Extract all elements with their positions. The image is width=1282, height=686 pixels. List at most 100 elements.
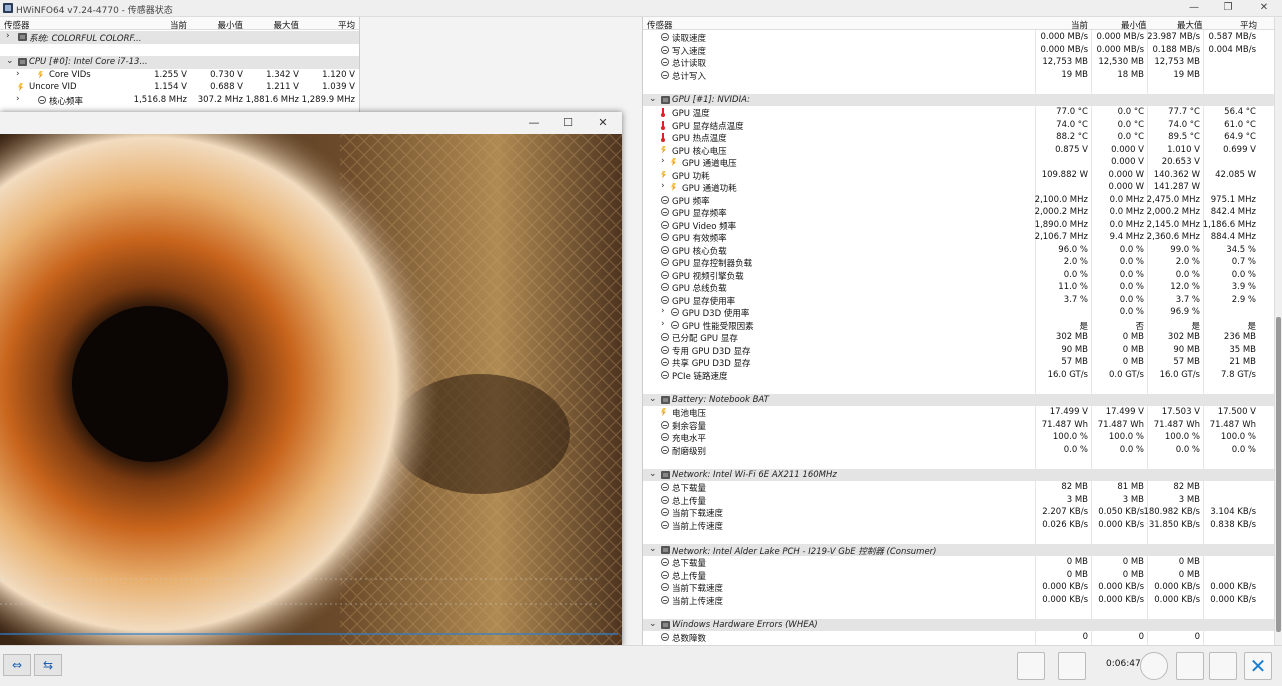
expand-chevron-icon[interactable]: › [661, 156, 665, 166]
col-current[interactable]: 当前 [1071, 19, 1088, 31]
value-min: 0.0 % [1119, 282, 1144, 292]
sensor-row[interactable]: 总下载量 82 MB 81 MB 82 MB [643, 481, 1274, 494]
expand-chevron-icon[interactable]: › [6, 31, 10, 41]
sensor-row[interactable]: GPU 显存频率 2,000.2 MHz 0.0 MHz 2,000.2 MHz 842… [643, 206, 1274, 219]
sensor-row[interactable]: GPU 核心负载 96.0 % 0.0 % 99.0 % 34.5 % [643, 244, 1274, 257]
expand-chevron-icon[interactable]: ⌄ [649, 394, 657, 404]
sensor-row[interactable]: 专用 GPU D3D 显存 90 MB 0 MB 90 MB 35 MB [643, 344, 1274, 357]
sensor-row[interactable]: GPU 温度 77.0 °C 0.0 °C 77.7 °C 56.4 °C [643, 106, 1274, 119]
value-avg: 7.8 GT/s [1221, 369, 1256, 380]
col-max[interactable]: 最大值 [273, 19, 299, 31]
sensor-group-row[interactable]: ⌄ Network: Intel Wi-Fi 6E AX211 160MHz [643, 468, 1274, 481]
close-button[interactable]: ✕ [1250, 1, 1278, 15]
value-avg: 34.5 % [1226, 244, 1256, 255]
expand-chevron-icon[interactable]: › [661, 306, 665, 316]
viewer-title-bar[interactable]: — ☐ ✕ [0, 112, 622, 134]
expand-chevron-icon[interactable]: › [661, 181, 665, 191]
sensor-row[interactable]: 电池电压 17.499 V 17.499 V 17.503 V 17.500 V [643, 406, 1274, 419]
settings-icon[interactable] [1209, 652, 1237, 680]
value-min: 18 MB [1117, 69, 1144, 80]
scrollbar-thumb[interactable] [1276, 317, 1281, 632]
sensor-row[interactable]: GPU 频率 2,100.0 MHz 0.0 MHz 2,475.0 MHz 975.1… [643, 194, 1274, 207]
expand-chevron-icon[interactable]: › [16, 69, 20, 79]
sensor-row[interactable]: 耐磨级别 0.0 % 0.0 % 0.0 % 0.0 % [643, 444, 1274, 457]
expand-columns-button[interactable]: ⇔ [3, 654, 31, 676]
sensor-row[interactable]: 已分配 GPU 显存 302 MB 0 MB 302 MB 236 MB [643, 331, 1274, 344]
sensor-row[interactable]: GPU 热点温度 88.2 °C 0.0 °C 89.5 °C 64.9 °C [643, 131, 1274, 144]
sensor-row[interactable]: 读取速度 0.000 MB/s 0.000 MB/s 23.987 MB/s 0.587… [643, 31, 1274, 44]
expand-chevron-icon[interactable]: ⌄ [649, 619, 657, 629]
expand-chevron-icon[interactable]: ⌄ [6, 56, 14, 66]
value-avg: 61.0 °C [1224, 119, 1256, 130]
expand-chevron-icon[interactable]: ⌄ [649, 544, 657, 554]
sensor-row[interactable]: › GPU D3D 使用率 0.0 % 96.9 % [643, 306, 1274, 319]
expand-chevron-icon[interactable]: ⌄ [649, 469, 657, 479]
expand-chevron-icon[interactable]: › [16, 94, 20, 104]
sensor-row[interactable]: GPU 显存控制器负载 2.0 % 0.0 % 2.0 % 0.7 % [643, 256, 1274, 269]
sensor-row[interactable]: 总上传量 3 MB 3 MB 3 MB [643, 494, 1274, 507]
sensor-group-row[interactable]: ⌄ Windows Hardware Errors (WHEA) [643, 618, 1274, 631]
sensor-row[interactable]: 总下载量 0 MB 0 MB 0 MB [643, 556, 1274, 569]
value-min: 307.2 MHz [197, 94, 243, 105]
col-min[interactable]: 最小值 [1121, 19, 1147, 31]
col-sensor[interactable]: 传感器 [4, 19, 30, 31]
sensor-row[interactable]: 总数障数 0 0 0 [643, 631, 1274, 644]
sensor-group-row[interactable]: ⌄ Network: Intel Alder Lake PCH - I219-V … [643, 543, 1274, 557]
value-current: 0 [1082, 632, 1088, 642]
sensor-row[interactable]: 总计写入 19 MB 18 MB 19 MB [643, 69, 1274, 82]
sensor-row[interactable]: Uncore VID 1.154 V 0.688 V 1.211 V 1.039 V [0, 81, 359, 94]
viewer-maximize-button[interactable]: ☐ [553, 115, 583, 131]
col-current[interactable]: 当前 [170, 19, 187, 31]
sensor-row[interactable]: GPU 显存使用率 3.7 % 0.0 % 3.7 % 2.9 % [643, 294, 1274, 307]
report-icon[interactable] [1176, 652, 1204, 680]
sensor-row[interactable]: 当前下载速度 2.207 KB/s 0.050 KB/s 180.982 KB/s 3.… [643, 506, 1274, 519]
sensor-row[interactable]: GPU Video 频率 1,890.0 MHz 0.0 MHz 2,145.0 MH… [643, 219, 1274, 232]
sensor-row[interactable]: 共享 GPU D3D 显存 57 MB 0 MB 57 MB 21 MB [643, 356, 1274, 369]
col-max[interactable]: 最大值 [1177, 19, 1203, 31]
sensor-row[interactable]: 当前上传速度 0.000 KB/s 0.000 KB/s 0.000 KB/s 0.00… [643, 594, 1274, 607]
viewer-minimize-button[interactable]: — [519, 115, 549, 131]
sensor-row[interactable]: GPU 视频引擎负载 0.0 % 0.0 % 0.0 % 0.0 % [643, 269, 1274, 282]
sensor-group-row[interactable]: ⌄ CPU [#0]: Intel Core i7-13... [0, 56, 359, 69]
sensor-row[interactable]: GPU 功耗 109.882 W 0.000 W 140.362 W 42.085 W [643, 169, 1274, 182]
remote-icon[interactable] [1017, 652, 1045, 680]
network-icon[interactable] [1058, 652, 1086, 680]
fractal-viewer-window[interactable]: — ☐ ✕ [0, 112, 622, 646]
sensor-row[interactable]: GPU 显存结点温度 74.0 °C 0.0 °C 74.0 °C 61.0 °C [643, 119, 1274, 132]
sensor-row[interactable]: 总上传量 0 MB 0 MB 0 MB [643, 569, 1274, 582]
restore-button[interactable]: ❐ [1214, 1, 1242, 15]
sensor-row[interactable]: › 核心频率 1,516.8 MHz 307.2 MHz 1,881.6 MHz 1,28… [0, 94, 359, 107]
sensor-row[interactable]: PCIe 链路速度 16.0 GT/s 0.0 GT/s 16.0 GT/s 7.8 G… [643, 369, 1274, 382]
col-avg[interactable]: 平均 [1240, 19, 1257, 31]
sensor-row[interactable]: › Core VIDs 1.255 V 0.730 V 1.342 V 1.120 V [0, 69, 359, 82]
chip-icon [661, 395, 670, 404]
sensor-row[interactable]: GPU 总线负载 11.0 % 0.0 % 12.0 % 3.9 % [643, 281, 1274, 294]
expand-chevron-icon[interactable]: › [661, 319, 665, 329]
sensor-row[interactable]: › GPU 通道功耗 0.000 W 141.287 W [643, 181, 1274, 194]
col-min[interactable]: 最小值 [217, 19, 243, 31]
sensor-row[interactable]: › GPU 通道电压 0.000 V 20.653 V [643, 156, 1274, 169]
sensor-row[interactable]: GPU 核心电压 0.875 V 0.000 V 1.010 V 0.699 V [643, 144, 1274, 157]
value-current: 2.207 KB/s [1042, 507, 1088, 517]
viewer-close-button[interactable]: ✕ [588, 115, 618, 131]
vertical-scrollbar[interactable] [1274, 17, 1282, 645]
sensor-group-row[interactable]: ⌄ GPU [#1]: NVIDIA: [643, 93, 1274, 106]
collapse-columns-button[interactable]: ⇆ [34, 654, 62, 676]
minimize-button[interactable]: — [1180, 1, 1208, 15]
sensor-row[interactable]: 当前下载速度 0.000 KB/s 0.000 KB/s 0.000 KB/s 0.00… [643, 581, 1274, 594]
col-avg[interactable]: 平均 [338, 19, 355, 31]
close-sensors-icon[interactable]: ✕ [1244, 652, 1272, 680]
sensor-group-row[interactable]: ⌄ Battery: Notebook BAT [643, 393, 1274, 406]
sensor-row[interactable]: 剩余容量 71.487 Wh 71.487 Wh 71.487 Wh 71.487 Wh [643, 419, 1274, 432]
sensor-row[interactable]: 当前上传速度 0.026 KB/s 0.000 KB/s 31.850 KB/s 0.8… [643, 519, 1274, 532]
sensor-label: 总下载量 [672, 559, 707, 569]
col-sensor[interactable]: 传感器 [647, 19, 673, 31]
sensor-row[interactable]: 写入速度 0.000 MB/s 0.000 MB/s 0.188 MB/s 0.004 … [643, 44, 1274, 57]
sensor-group-row[interactable]: › 系统: COLORFUL COLORF... [0, 31, 359, 44]
sensor-row[interactable]: 总计读取 12,753 MB 12,530 MB 12,753 MB [643, 56, 1274, 69]
clock-icon[interactable] [1140, 652, 1168, 680]
sensor-row[interactable]: › GPU 性能受限因素 是 否 是 是 [643, 319, 1274, 332]
sensor-row[interactable]: GPU 有效频率 2,106.7 MHz 9.4 MHz 2,360.6 MHz 884… [643, 231, 1274, 244]
expand-chevron-icon[interactable]: ⌄ [649, 94, 657, 104]
sensor-row[interactable]: 充电水平 100.0 % 100.0 % 100.0 % 100.0 % [643, 431, 1274, 444]
